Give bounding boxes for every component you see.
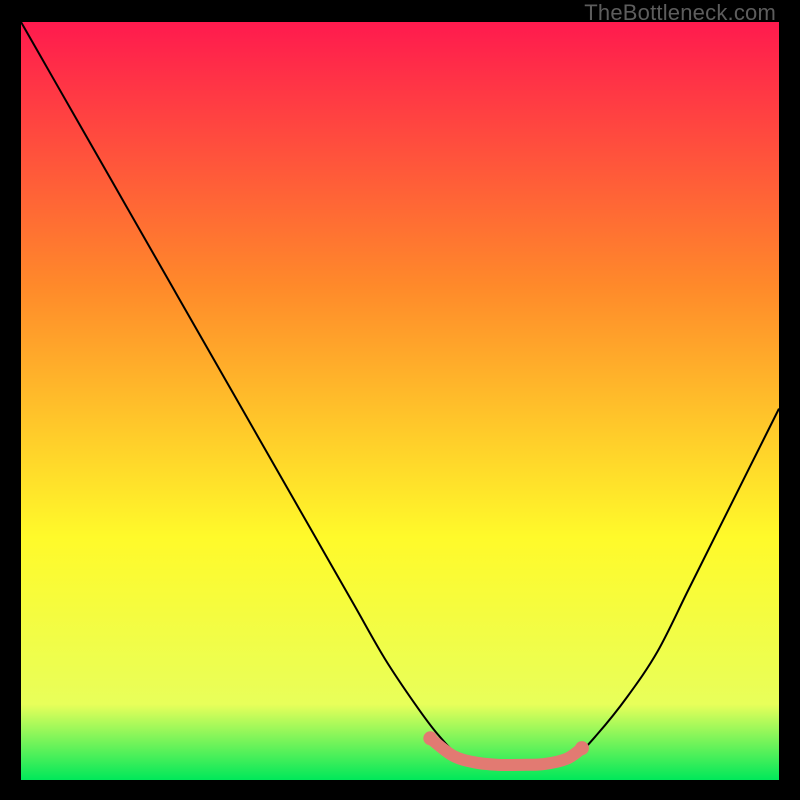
gradient-background	[21, 22, 779, 780]
highlight-start-dot	[423, 731, 437, 745]
watermark-text: TheBottleneck.com	[584, 0, 776, 26]
chart-frame	[21, 22, 779, 780]
bottleneck-chart	[21, 22, 779, 780]
highlight-end-dot	[575, 741, 589, 755]
